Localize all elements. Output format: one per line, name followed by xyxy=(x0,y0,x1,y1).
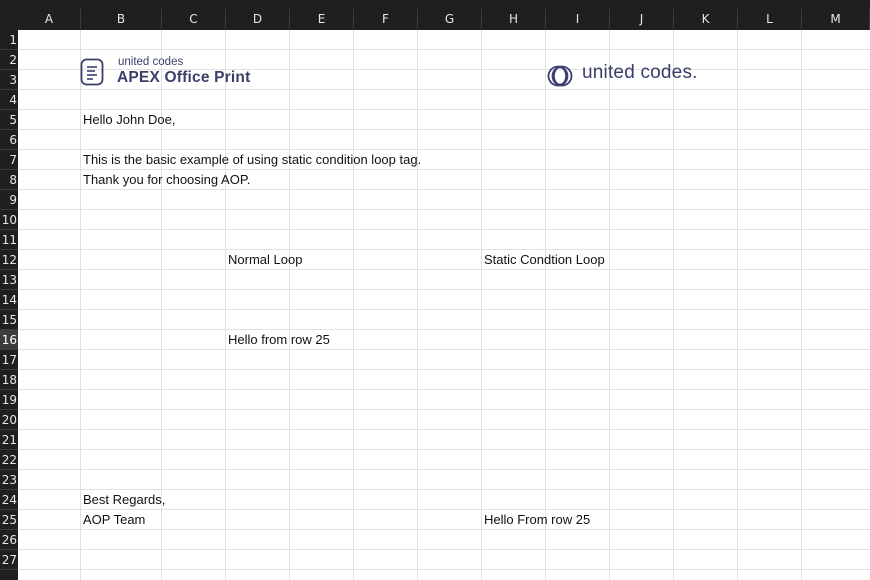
column-gridline xyxy=(225,30,226,580)
row-header-25[interactable]: 25 xyxy=(0,510,18,530)
row-header-15[interactable]: 15 xyxy=(0,310,18,330)
column-gridline xyxy=(673,30,674,580)
column-gridline xyxy=(609,30,610,580)
column-header-d[interactable]: D xyxy=(226,9,290,30)
column-header-m[interactable]: M xyxy=(802,9,870,30)
row-header-21[interactable]: 21 xyxy=(0,430,18,450)
row-gridline xyxy=(18,549,870,550)
row-header-12[interactable]: 12 xyxy=(0,250,18,270)
column-header-f[interactable]: F xyxy=(354,9,418,30)
united-codes-rings-icon xyxy=(547,65,573,87)
row-gridline xyxy=(18,269,870,270)
column-gridline xyxy=(417,30,418,580)
column-gridline xyxy=(737,30,738,580)
cell-b24[interactable]: Best Regards, xyxy=(83,490,165,510)
document-icon xyxy=(80,58,104,86)
cell-b8[interactable]: Thank you for choosing AOP. xyxy=(83,170,250,190)
column-header-k[interactable]: K xyxy=(674,9,738,30)
column-gridline xyxy=(481,30,482,580)
row-header-1[interactable]: 1 xyxy=(0,30,18,50)
cell-b5[interactable]: Hello John Doe, xyxy=(83,110,176,130)
row-gridline xyxy=(18,249,870,250)
row-header-19[interactable]: 19 xyxy=(0,390,18,410)
row-gridline xyxy=(18,329,870,330)
row-gridline xyxy=(18,429,870,430)
column-header-c[interactable]: C xyxy=(162,9,226,30)
column-gridline xyxy=(545,30,546,580)
row-header-8[interactable]: 8 xyxy=(0,170,18,190)
column-header-bar: ABCDEFGHIJKLM xyxy=(0,9,870,30)
spreadsheet-grid[interactable]: united codes APEX Office Print united co… xyxy=(18,30,870,580)
row-header-10[interactable]: 10 xyxy=(0,210,18,230)
row-header-6[interactable]: 6 xyxy=(0,130,18,150)
row-gridline xyxy=(18,229,870,230)
row-header-11[interactable]: 11 xyxy=(0,230,18,250)
cell-b7[interactable]: This is the basic example of using stati… xyxy=(83,150,421,170)
row-header-4[interactable]: 4 xyxy=(0,90,18,110)
row-header-18[interactable]: 18 xyxy=(0,370,18,390)
row-header-3[interactable]: 3 xyxy=(0,70,18,90)
row-gridline xyxy=(18,569,870,570)
row-header-7[interactable]: 7 xyxy=(0,150,18,170)
row-header-17[interactable]: 17 xyxy=(0,350,18,370)
row-header-5[interactable]: 5 xyxy=(0,110,18,130)
apex-office-print-logo: united codes APEX Office Print xyxy=(80,56,270,88)
row-gridline xyxy=(18,449,870,450)
row-header-13[interactable]: 13 xyxy=(0,270,18,290)
row-header-bar: 1 2 3 4 5 6 7 8 9 10 11 12 13 14 15 16 17 18 19 20 21 22 23 24 2… xyxy=(0,30,18,580)
row-gridline xyxy=(18,529,870,530)
column-gridline xyxy=(289,30,290,580)
row-header-27[interactable]: 27 xyxy=(0,550,18,570)
row-gridline xyxy=(18,89,870,90)
row-gridline xyxy=(18,389,870,390)
row-header-16[interactable]: 16 xyxy=(0,330,18,350)
row-header-2[interactable]: 2 xyxy=(0,50,18,70)
cell-h25[interactable]: Hello From row 25 xyxy=(484,510,590,530)
column-header-a[interactable]: A xyxy=(18,9,81,30)
row-header-24[interactable]: 24 xyxy=(0,490,18,510)
united-codes-logo: united codes. xyxy=(547,62,727,89)
row-gridline xyxy=(18,469,870,470)
row-header-22[interactable]: 22 xyxy=(0,450,18,470)
row-gridline xyxy=(18,49,870,50)
row-gridline xyxy=(18,409,870,410)
row-header-20[interactable]: 20 xyxy=(0,410,18,430)
column-header-e[interactable]: E xyxy=(290,9,354,30)
column-gridline xyxy=(353,30,354,580)
column-header-b[interactable]: B xyxy=(81,9,162,30)
row-gridline xyxy=(18,309,870,310)
aop-logo-title: APEX Office Print xyxy=(117,69,251,86)
column-header-i[interactable]: I xyxy=(546,9,610,30)
column-header-l[interactable]: L xyxy=(738,9,802,30)
row-header-9[interactable]: 9 xyxy=(0,190,18,210)
aop-logo-subtitle: united codes xyxy=(118,56,184,68)
column-gridline xyxy=(801,30,802,580)
cell-h12[interactable]: Static Condtion Loop xyxy=(484,250,605,270)
cell-d16[interactable]: Hello from row 25 xyxy=(228,330,330,350)
row-header-14[interactable]: 14 xyxy=(0,290,18,310)
row-header-23[interactable]: 23 xyxy=(0,470,18,490)
column-header-j[interactable]: J xyxy=(610,9,674,30)
cell-d12[interactable]: Normal Loop xyxy=(228,250,302,270)
row-gridline xyxy=(18,209,870,210)
row-gridline xyxy=(18,289,870,290)
row-gridline xyxy=(18,369,870,370)
row-gridline xyxy=(18,349,870,350)
top-strip xyxy=(0,0,870,9)
column-header-g[interactable]: G xyxy=(418,9,482,30)
cell-b25[interactable]: AOP Team xyxy=(83,510,145,530)
row-header-26[interactable]: 26 xyxy=(0,530,18,550)
column-gridline xyxy=(80,30,81,580)
column-header-h[interactable]: H xyxy=(482,9,546,30)
united-codes-logo-text: united codes. xyxy=(582,62,698,83)
